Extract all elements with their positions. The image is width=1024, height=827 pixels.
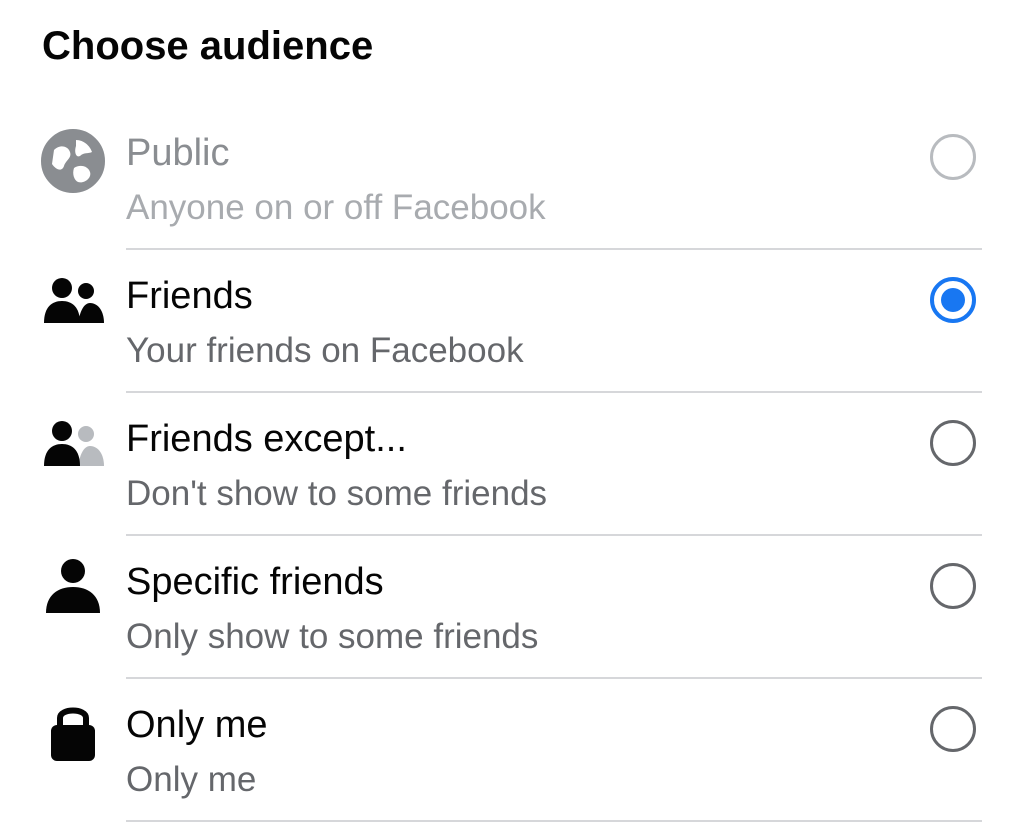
divider [126, 534, 982, 536]
radio-button-specific-friends[interactable] [930, 563, 976, 609]
option-description: Anyone on or off Facebook [126, 188, 546, 227]
option-description: Only me [126, 760, 257, 799]
friends-except-icon [40, 412, 106, 478]
divider [126, 248, 982, 250]
audience-option-friends[interactable]: Friends Your friends on Facebook [0, 251, 1024, 394]
option-label: Friends [126, 275, 253, 317]
divider [126, 820, 982, 822]
radio-selected-dot [941, 288, 965, 312]
divider [126, 677, 982, 679]
option-description: Only show to some friends [126, 617, 539, 656]
lock-icon [40, 698, 106, 764]
person-icon [40, 553, 106, 619]
globe-icon [40, 128, 106, 194]
choose-audience-page: Choose audience Public Anyone on or off … [0, 0, 1024, 827]
friends-icon [40, 269, 106, 335]
audience-option-specific-friends[interactable]: Specific friends Only show to some frien… [0, 537, 1024, 680]
option-label: Public [126, 132, 230, 174]
option-description: Don't show to some friends [126, 474, 548, 513]
option-description: Your friends on Facebook [126, 331, 524, 370]
audience-option-public[interactable]: Public Anyone on or off Facebook [0, 108, 1024, 251]
radio-button-only-me[interactable] [930, 706, 976, 752]
page-title: Choose audience [42, 24, 374, 68]
option-label: Friends except... [126, 418, 407, 460]
option-label: Only me [126, 704, 268, 746]
radio-button-public[interactable] [930, 134, 976, 180]
option-label: Specific friends [126, 561, 384, 603]
divider [126, 391, 982, 393]
radio-button-friends-except[interactable] [930, 420, 976, 466]
audience-option-friends-except[interactable]: Friends except... Don't show to some fri… [0, 394, 1024, 537]
audience-option-only-me[interactable]: Only me Only me [0, 680, 1024, 823]
radio-button-friends[interactable] [930, 277, 976, 323]
